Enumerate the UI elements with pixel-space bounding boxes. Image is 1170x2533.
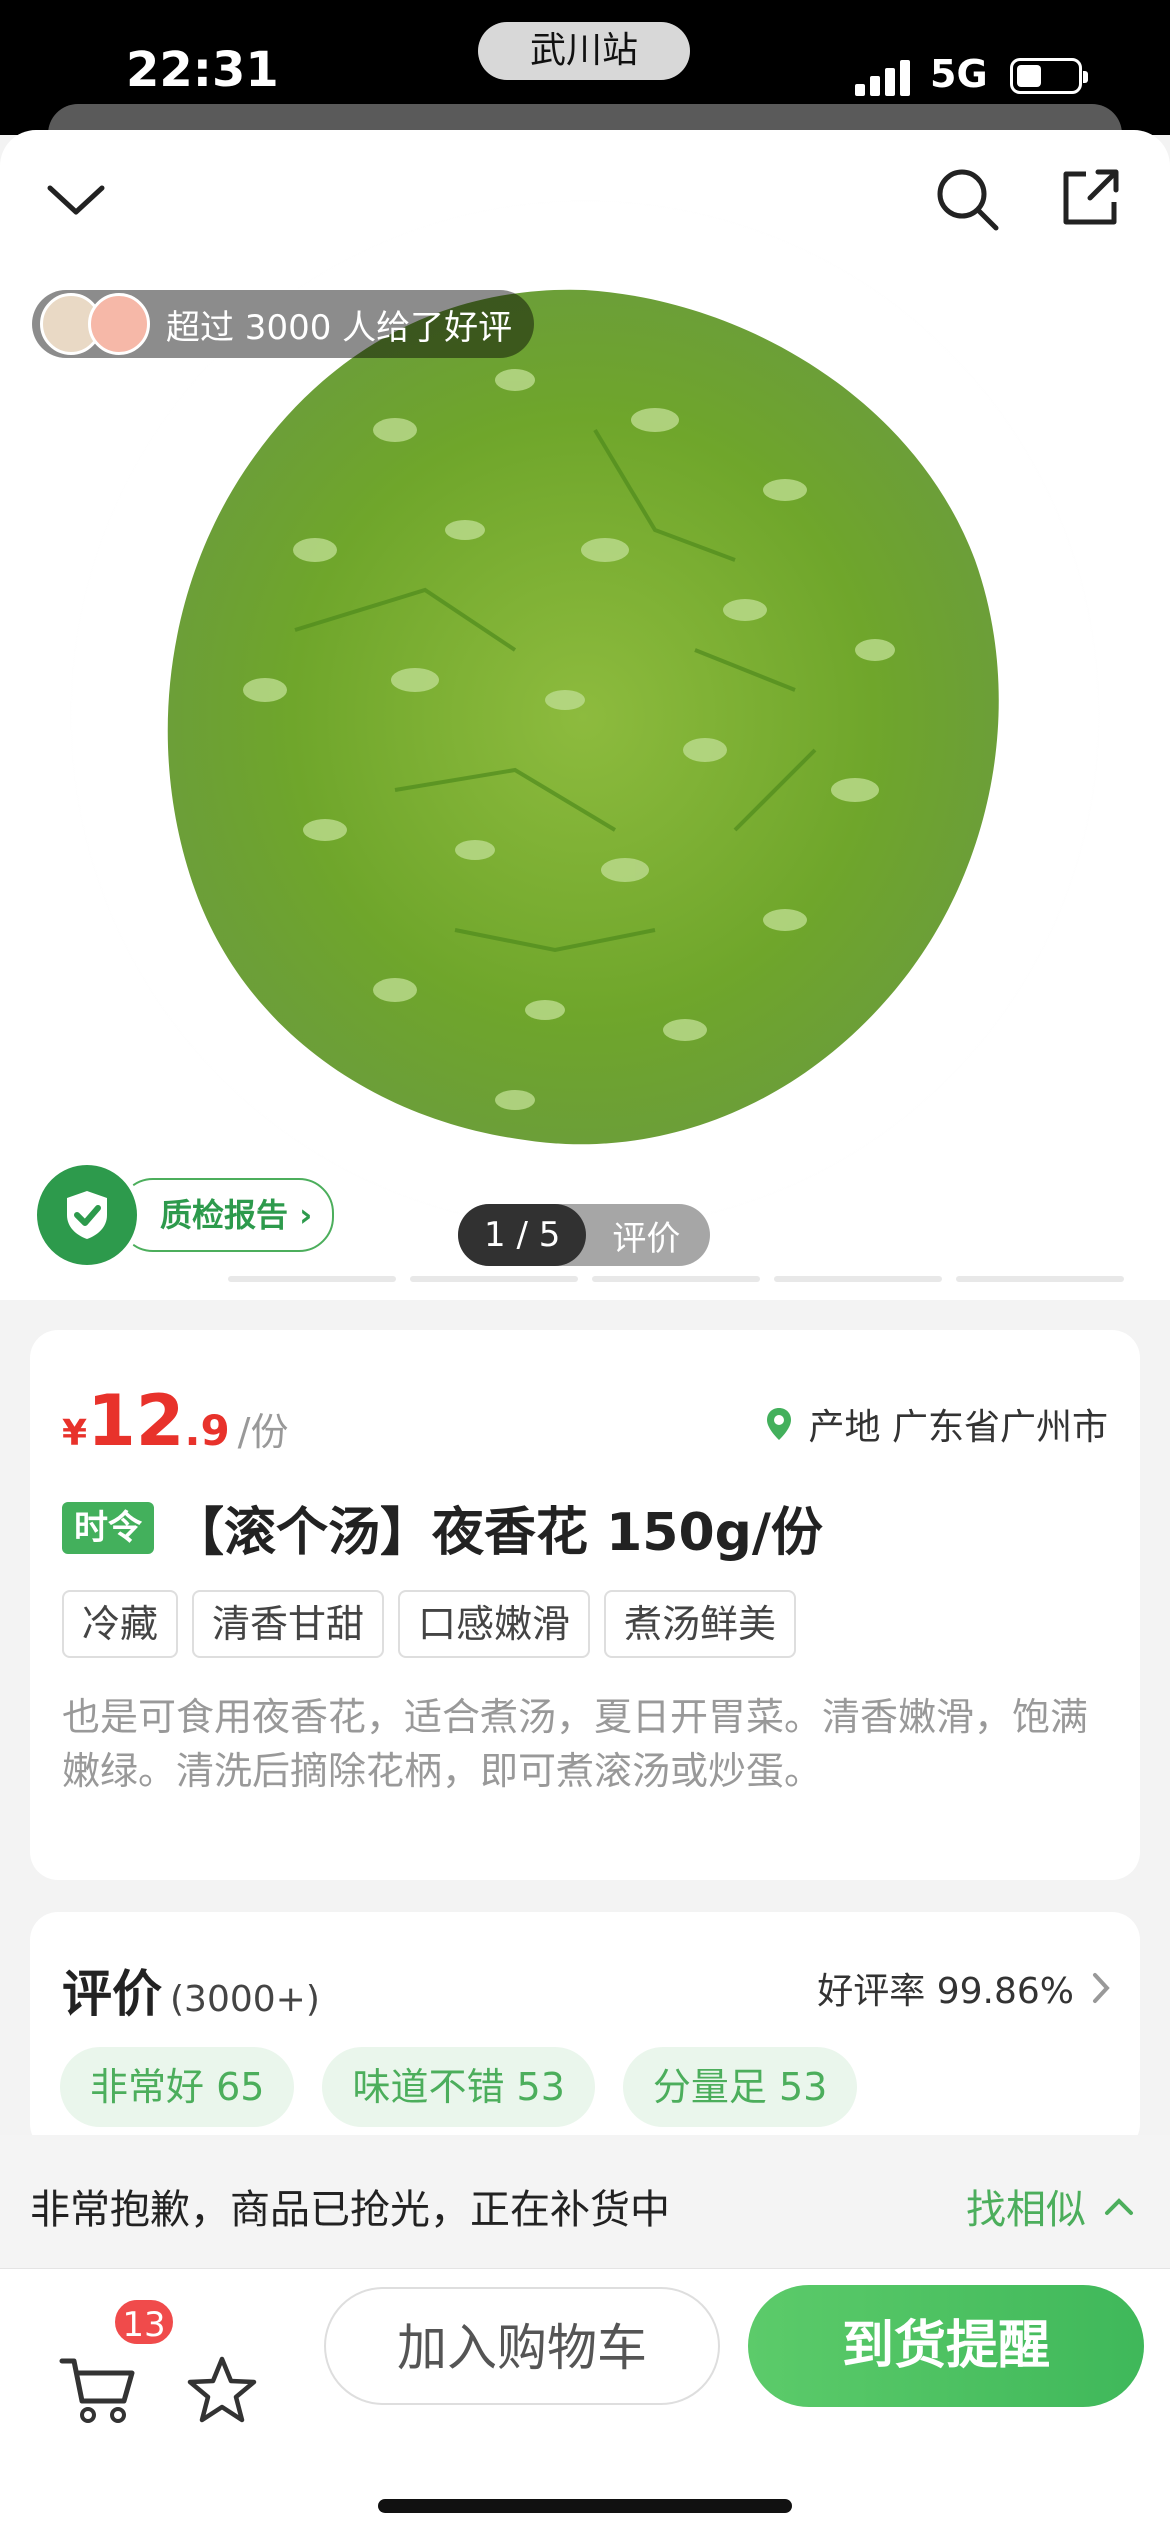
add-to-cart-button[interactable]: 加入购物车 [324, 2287, 720, 2405]
share-button[interactable] [1060, 166, 1120, 232]
reviews-title: 评价 (3000+) [62, 1965, 320, 2023]
restock-notify-button[interactable]: 到货提醒 [748, 2285, 1144, 2407]
product-title: 【滚个汤】夜香花 150g/份 [172, 1503, 823, 1563]
product-info-card: ¥12.9/份 产地 广东省广州市 时令 【滚个汤】夜香花 150g/份 冷藏 … [30, 1330, 1140, 1880]
avatar [88, 293, 150, 355]
gallery-dot [0, 1276, 214, 1282]
gallery-dot [592, 1276, 760, 1282]
soldout-banner: 非常抱歉，商品已抢光，正在补货中 找相似 [0, 2135, 1170, 2270]
network-type: 5G [930, 52, 988, 96]
feature-tag: 煮汤鲜美 [604, 1590, 797, 1658]
price: ¥12.9/份 [62, 1380, 289, 1462]
product-gallery[interactable]: 超过 3000 人给了好评 质检报告 › 1 / 5 评价 [0, 130, 1170, 1300]
quality-badge [32, 1160, 142, 1270]
battery-icon [1010, 58, 1088, 94]
review-chip[interactable]: 味道不错 53 [322, 2047, 595, 2127]
find-similar-button[interactable]: 找相似 [966, 2177, 1134, 2235]
search-button[interactable] [934, 166, 1000, 236]
reviews-card[interactable]: 评价 (3000+) 好评率 99.86% 非常好 65 味道不错 53 分量足 … [30, 1912, 1140, 2152]
gallery-dot [956, 1276, 1124, 1282]
pager-index: 1 / 5 [458, 1204, 587, 1266]
star-icon [187, 2356, 257, 2423]
gallery-dot [228, 1276, 396, 1282]
share-icon [1063, 169, 1119, 225]
feature-tag: 口感嫩滑 [398, 1590, 591, 1658]
gallery-progress [0, 1276, 1170, 1284]
gallery-dot [774, 1276, 942, 1282]
signal-icon [855, 58, 915, 96]
status-time: 22:31 [126, 42, 279, 98]
review-chip[interactable]: 非常好 65 [60, 2047, 295, 2127]
cart-icon [59, 2358, 135, 2423]
pager-review-link[interactable]: 评价 [586, 1211, 710, 1260]
cart-button[interactable] [58, 2355, 138, 2425]
reviews-count: (3000+) [170, 1979, 320, 2020]
quality-report-button[interactable]: 质检报告 › [32, 1160, 335, 1270]
bottom-action-bar: 13 加入购物车 到货提醒 [0, 2268, 1170, 2533]
review-summary-banner[interactable]: 超过 3000 人给了好评 [32, 290, 535, 358]
gallery-pager[interactable]: 1 / 5 评价 [458, 1204, 711, 1266]
location-pin-icon [766, 1408, 791, 1440]
cart-count-badge: 13 [112, 2297, 176, 2347]
chevron-up-icon [1105, 2198, 1133, 2215]
gallery-dot [410, 1276, 578, 1282]
product-description: 也是可食用夜香花，适合煮汤，夏日开胃菜。清香嫩滑，饱满嫩绿。清洗后摘除花柄，即可… [62, 1695, 1089, 1793]
review-chip[interactable]: 分量足 53 [622, 2047, 858, 2127]
quality-report-label: 质检报告 › [118, 1178, 335, 1252]
soldout-message: 非常抱歉，商品已抢光，正在补货中 [30, 2187, 670, 2233]
collapse-button[interactable] [44, 180, 108, 224]
favorite-button[interactable] [186, 2355, 258, 2429]
chevron-right-icon [1093, 1973, 1110, 2003]
season-tag: 时令 [62, 1501, 154, 1554]
good-rate-link[interactable]: 好评率 99.86% [817, 1962, 1110, 2014]
review-keywords: 非常好 65 味道不错 53 分量足 53 [60, 2047, 885, 2127]
feature-tag: 清香甘甜 [192, 1590, 385, 1658]
feature-tags: 冷藏 清香甘甜 口感嫩滑 煮汤鲜美 [62, 1590, 810, 1658]
product-image [167, 289, 999, 1145]
shield-check-icon [67, 1191, 107, 1239]
home-indicator [378, 2499, 792, 2513]
feature-tag: 冷藏 [62, 1590, 179, 1658]
review-summary-text: 超过 3000 人给了好评 [166, 307, 513, 348]
chevron-down-icon [47, 185, 105, 215]
dynamic-island-label[interactable]: 武川站 [478, 22, 690, 80]
title-row: 时令 【滚个汤】夜香花 150g/份 [62, 1490, 823, 1565]
search-icon [937, 169, 999, 231]
origin-info: 产地 广东省广州市 [765, 1398, 1108, 1450]
